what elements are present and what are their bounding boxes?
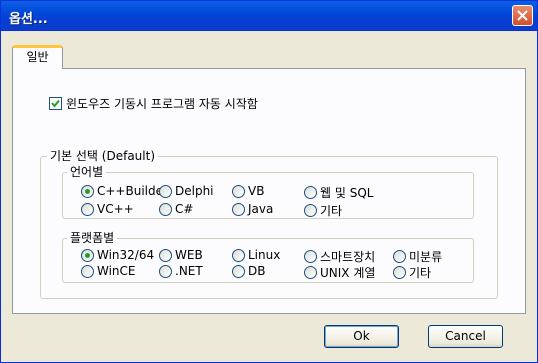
radio-button[interactable] xyxy=(81,248,94,262)
radio-label: VB xyxy=(248,184,265,198)
tab-general[interactable]: 일반 xyxy=(12,45,63,69)
radio-label: C# xyxy=(175,202,194,216)
radio-plat-wince[interactable]: WinCE xyxy=(81,264,136,278)
radio-label: Delphi xyxy=(175,184,214,198)
language-group-label: 언어별 xyxy=(67,165,107,179)
radio-label: Java xyxy=(248,202,274,216)
radio-button[interactable] xyxy=(159,248,172,262)
checkbox-box[interactable] xyxy=(49,97,62,110)
cancel-button[interactable]: Cancel xyxy=(428,325,503,348)
radio-plat-unix[interactable]: UNIX 계열 xyxy=(304,264,375,281)
close-icon xyxy=(517,10,528,21)
checkmark-icon xyxy=(51,99,60,108)
radio-lang-other[interactable]: 기타 xyxy=(304,202,342,219)
autostart-checkbox[interactable]: 윈도우즈 기동시 프로그램 자동 시작함 xyxy=(49,95,258,112)
radio-button[interactable] xyxy=(81,264,94,278)
radio-label: DB xyxy=(248,264,266,278)
radio-label: 미분류 xyxy=(409,250,443,264)
radio-button[interactable] xyxy=(159,202,172,216)
radio-label: WEB xyxy=(175,248,203,262)
radio-label: 웹 및 SQL xyxy=(320,186,374,200)
radio-label: VC++ xyxy=(97,202,134,216)
autostart-label: 윈도우즈 기동시 프로그램 자동 시작함 xyxy=(66,97,258,111)
radio-button[interactable] xyxy=(232,184,245,198)
radio-label: UNIX 계열 xyxy=(320,266,376,280)
radio-plat-linux[interactable]: Linux xyxy=(232,248,280,262)
radio-plat-smart-device[interactable]: 스마트장치 xyxy=(304,248,375,265)
window-title: 옵션... xyxy=(9,12,48,27)
radio-lang-cppbuilder[interactable]: C++Builder xyxy=(81,184,168,198)
radio-plat-dotnet[interactable]: .NET xyxy=(159,264,203,278)
radio-lang-delphi[interactable]: Delphi xyxy=(159,184,214,198)
radio-label: C++Builder xyxy=(97,184,168,198)
radio-label: .NET xyxy=(175,264,203,278)
options-dialog: 옵션... 일반 윈도우즈 기동시 프로그램 자동 시작함 기본 선택 (Def… xyxy=(0,0,538,363)
radio-button[interactable] xyxy=(159,264,172,278)
radio-button[interactable] xyxy=(81,184,94,198)
radio-plat-db[interactable]: DB xyxy=(232,264,265,278)
radio-button[interactable] xyxy=(304,204,317,217)
ok-button[interactable]: Ok xyxy=(324,325,399,348)
radio-button[interactable] xyxy=(304,266,317,279)
radio-button[interactable] xyxy=(232,202,245,216)
radio-label: 스마트장치 xyxy=(320,250,376,264)
radio-plat-uncategorized[interactable]: 미분류 xyxy=(393,248,442,265)
radio-lang-csharp[interactable]: C# xyxy=(159,202,193,216)
close-button[interactable] xyxy=(512,5,533,26)
radio-button[interactable] xyxy=(232,264,245,278)
radio-button[interactable] xyxy=(393,250,406,263)
radio-button[interactable] xyxy=(232,248,245,262)
radio-label: WinCE xyxy=(97,264,136,278)
title-bar[interactable]: 옵션... xyxy=(1,1,537,31)
radio-label: Win32/64 xyxy=(97,248,155,262)
radio-plat-win32-64[interactable]: Win32/64 xyxy=(81,248,154,262)
radio-button[interactable] xyxy=(393,266,406,279)
radio-lang-web-sql[interactable]: 웹 및 SQL xyxy=(304,184,373,201)
radio-button[interactable] xyxy=(304,186,317,199)
radio-button[interactable] xyxy=(159,184,172,198)
radio-button[interactable] xyxy=(304,250,317,263)
radio-button[interactable] xyxy=(81,202,94,216)
radio-plat-web[interactable]: WEB xyxy=(159,248,203,262)
default-group-label: 기본 선택 (Default) xyxy=(47,149,158,163)
platform-group-label: 플랫폼별 xyxy=(67,231,118,245)
radio-label: Linux xyxy=(248,248,281,262)
radio-lang-vb[interactable]: VB xyxy=(232,184,264,198)
radio-label: 기타 xyxy=(409,266,432,280)
radio-lang-vcpp[interactable]: VC++ xyxy=(81,202,134,216)
radio-lang-java[interactable]: Java xyxy=(232,202,273,216)
radio-label: 기타 xyxy=(320,204,343,218)
radio-plat-other[interactable]: 기타 xyxy=(393,264,431,281)
